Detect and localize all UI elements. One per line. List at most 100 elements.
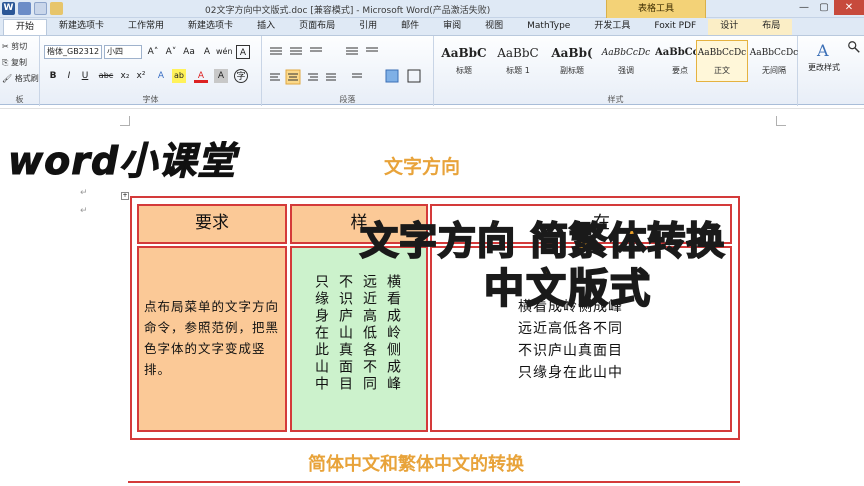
bottom-rule (128, 481, 740, 483)
undo-icon[interactable] (34, 2, 47, 15)
styles-group: AaBbC 标题 AaBbC 标题 1 AaBb( 副标题 AaBbCcDc 强… (434, 36, 798, 106)
window-controls: — ▢ ✕ (794, 0, 864, 15)
character-shading-button[interactable]: A (214, 69, 228, 83)
tab-insert[interactable]: 插入 (245, 19, 287, 35)
change-styles-label: 更改样式 (808, 63, 840, 72)
change-case-button[interactable]: Aa (182, 45, 196, 59)
horizontal-poem-line: 远近高低各不同 (518, 321, 623, 337)
style-emphasis[interactable]: AaBbCcDc 强调 (600, 40, 652, 82)
style-no-spacing[interactable]: AaBbCcDc 无间隔 (748, 40, 800, 82)
style-subtitle-preview: AaBb( (551, 46, 593, 60)
ribbon-tabs: 开始 新建选项卡 工作常用 新建选项卡 插入 页面布局 引用 邮件 审阅 视图 … (0, 18, 864, 35)
tab-new-1[interactable]: 新建选项卡 (47, 19, 116, 35)
style-emphasis-preview: AaBbCcDc (601, 48, 651, 58)
close-button[interactable]: ✕ (834, 0, 864, 15)
tab-foxit-pdf[interactable]: Foxit PDF (642, 19, 708, 35)
superscript-button[interactable]: x² (134, 69, 148, 83)
change-styles-button[interactable]: A 更改样式 (802, 40, 846, 73)
table-tools-context-label: 表格工具 (606, 0, 706, 18)
tab-new-2[interactable]: 新建选项卡 (176, 19, 245, 35)
word-app-icon[interactable]: W (2, 2, 15, 15)
underline-button[interactable]: U (78, 69, 92, 83)
tab-mathtype[interactable]: MathType (515, 19, 582, 35)
paragraph-group-label: 段落 (339, 95, 356, 104)
font-group-label: 字体 (142, 95, 159, 104)
find-icon (848, 41, 860, 53)
format-painter-label: 格式刷 (14, 74, 39, 83)
tab-mailings[interactable]: 邮件 (389, 19, 431, 35)
paragraph-mark: ↵ (80, 206, 88, 216)
tab-references[interactable]: 引用 (347, 19, 389, 35)
shrink-font-button[interactable]: A˅ (164, 45, 178, 59)
tab-table-layout[interactable]: 布局 (750, 19, 793, 35)
save-icon[interactable] (18, 2, 31, 15)
tab-table-design[interactable]: 设计 (708, 19, 751, 35)
style-title-name: 标题 (456, 66, 472, 75)
font-color-button[interactable]: A (194, 69, 208, 83)
clipboard-group-label: 板 (15, 95, 24, 104)
clipboard-group: ✂ 剪切 ⎘ 复制 🖌 格式刷 板 (0, 36, 40, 106)
style-no-spacing-name: 无间隔 (762, 66, 786, 75)
svg-text:A: A (816, 41, 829, 60)
vertical-poem-line: 横看成岭侧成峰 (385, 274, 401, 393)
tab-developer[interactable]: 开发工具 (582, 19, 642, 35)
paragraph-group: 段落 (262, 36, 434, 106)
ribbon: ✂ 剪切 ⎘ 复制 🖌 格式刷 板 楷体_GB2312 小四 A˄ A˅ Aa … (0, 35, 864, 106)
document-caption: 简体中文和繁体中文的转换 (308, 454, 524, 475)
font-name-select[interactable]: 楷体_GB2312 (44, 45, 102, 59)
enclose-character-button[interactable]: 字 (234, 69, 248, 83)
subscript-button[interactable]: x₂ (118, 69, 132, 83)
style-normal[interactable]: AaBbCcDc 正文 (696, 40, 748, 82)
table-header-requirement: 要求 (137, 204, 287, 244)
copy-button[interactable]: ⎘ 复制 (2, 55, 39, 71)
minimize-button[interactable]: — (794, 0, 814, 15)
requirement-text: 点布局菜单的文字方向命令，参照范例，把黑色字体的文字变成竖排。 (144, 299, 280, 377)
bold-button[interactable]: B (46, 69, 60, 83)
style-emphasis-name: 强调 (618, 66, 634, 75)
copy-label: 复制 (10, 58, 27, 67)
clear-format-button[interactable]: A (200, 45, 214, 59)
paragraph-mark: ↵ (80, 188, 88, 198)
style-heading-1-name: 标题 1 (506, 66, 530, 75)
margin-corner-left (120, 116, 130, 126)
document-heading: 文字方向 (384, 156, 461, 178)
cut-button[interactable]: ✂ 剪切 (2, 39, 39, 55)
style-title[interactable]: AaBbC 标题 (438, 40, 490, 82)
style-heading-1-preview: AaBbC (497, 46, 539, 60)
horizontal-poem-line: 只缘身在此山中 (518, 365, 623, 381)
phonetic-guide-button[interactable]: wén (216, 45, 233, 59)
vertical-poem-line: 只缘身在此山中 (313, 274, 329, 393)
font-size-select[interactable]: 小四 (104, 45, 142, 59)
open-folder-icon[interactable] (50, 2, 63, 15)
brand-watermark: word小课堂 (7, 139, 237, 184)
tab-view[interactable]: 视图 (473, 19, 515, 35)
style-subtitle-name: 副标题 (560, 66, 584, 75)
style-heading-1[interactable]: AaBbC 标题 1 (492, 40, 544, 82)
style-normal-name: 正文 (714, 66, 730, 75)
highlight-button[interactable]: ab (172, 69, 186, 83)
style-subtitle[interactable]: AaBb( 副标题 (546, 40, 598, 82)
italic-button[interactable]: I (62, 69, 76, 83)
table-move-handle[interactable]: + (121, 192, 129, 200)
horizontal-poem-line: 不识庐山真面目 (518, 343, 623, 359)
paragraph-tools-icon[interactable] (266, 44, 430, 88)
text-effects-button[interactable]: A (154, 69, 168, 83)
tab-review[interactable]: 审阅 (431, 19, 473, 35)
format-painter-button[interactable]: 🖌 格式刷 (2, 71, 39, 87)
strikethrough-button[interactable]: abc (96, 69, 116, 83)
style-title-preview: AaBbC (441, 46, 487, 60)
margin-corner-right (776, 116, 786, 126)
tab-page-layout[interactable]: 页面布局 (287, 19, 347, 35)
cut-label: 剪切 (11, 42, 28, 51)
vertical-poem-line: 远近高低各不同 (361, 274, 377, 393)
tab-work[interactable]: 工作常用 (116, 19, 176, 35)
vertical-poem: 横看成岭侧成峰 远近高低各不同 不识庐山真面目 只缘身在此山中 (312, 274, 402, 393)
maximize-button[interactable]: ▢ (814, 0, 834, 15)
font-group: 楷体_GB2312 小四 A˄ A˅ Aa A wén A B I U abc … (40, 36, 262, 106)
character-border-button[interactable]: A (236, 45, 250, 59)
grow-font-button[interactable]: A˄ (146, 45, 160, 59)
tab-home[interactable]: 开始 (3, 19, 48, 35)
style-no-spacing-preview: AaBbCcDc (749, 48, 799, 58)
styles-group-label: 样式 (607, 95, 624, 104)
find-button[interactable] (846, 40, 862, 56)
